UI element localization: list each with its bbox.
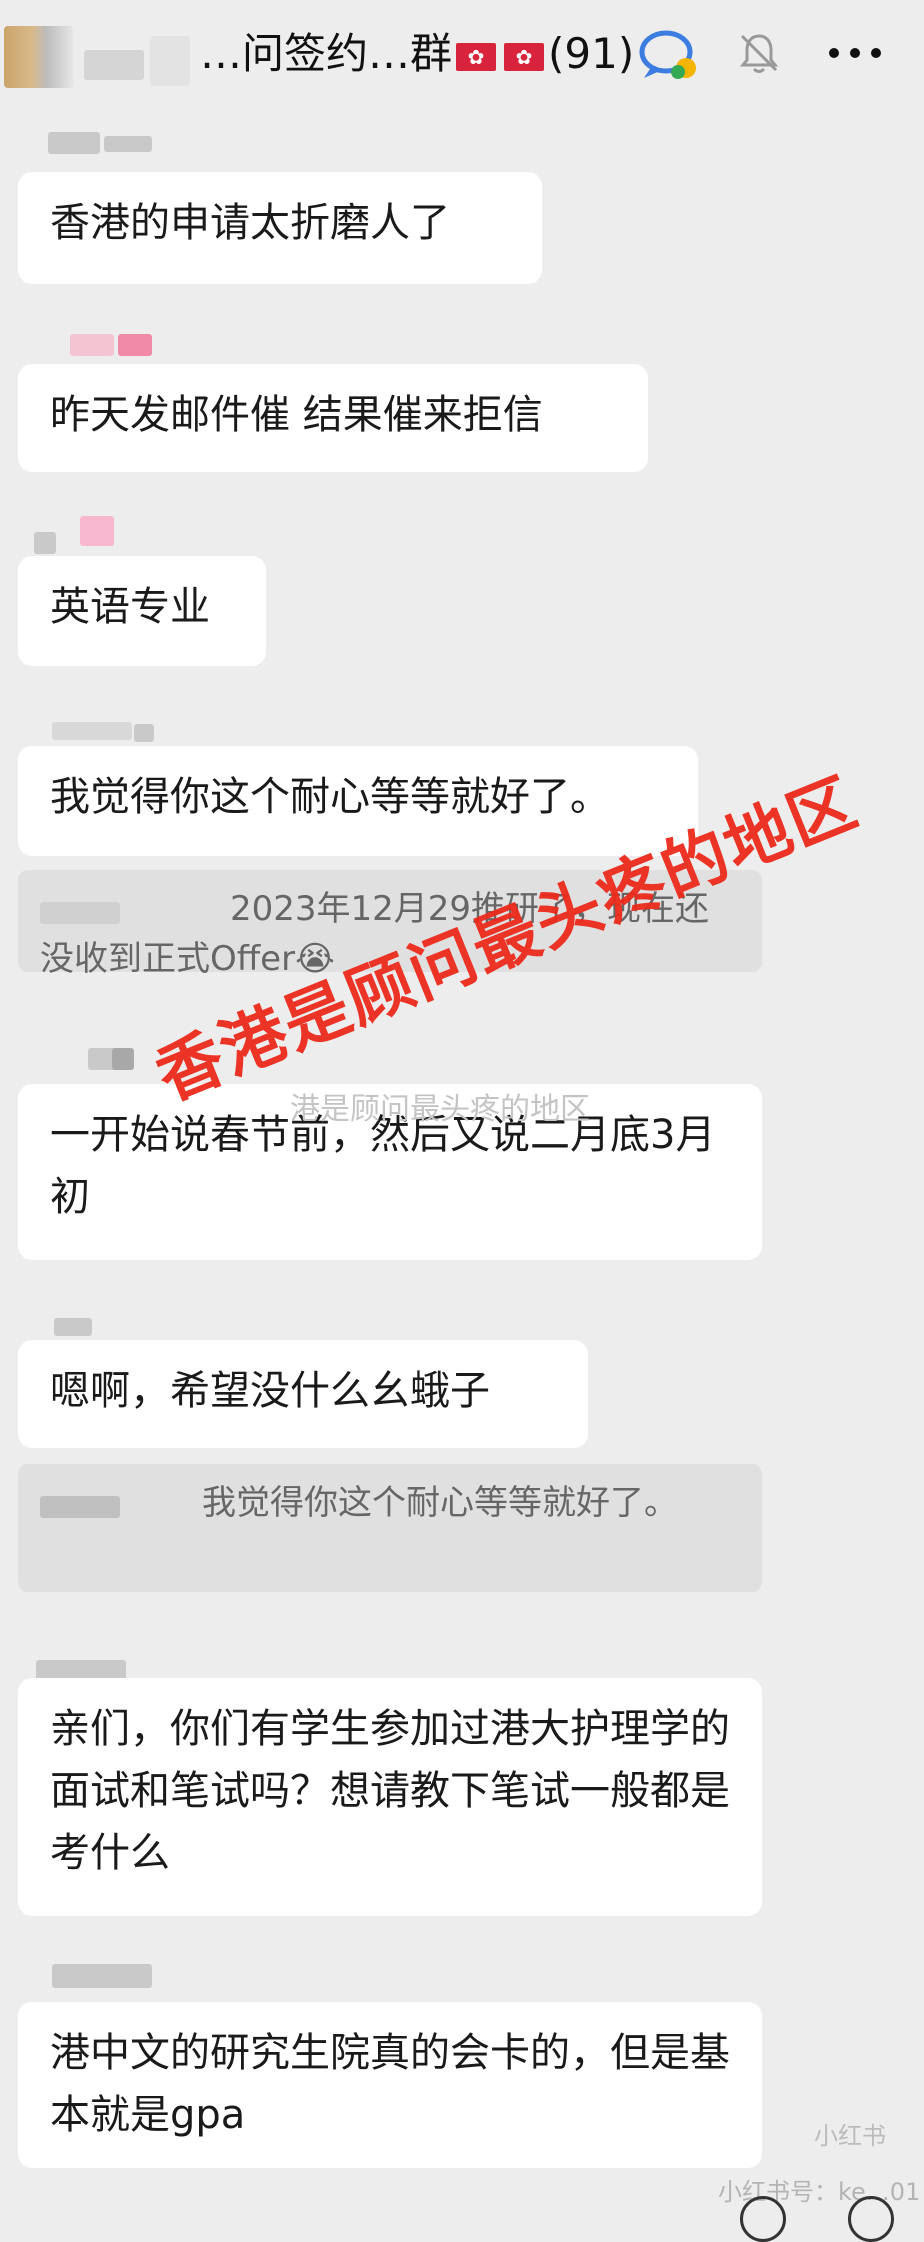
group-avatar[interactable] — [4, 26, 74, 88]
message-bubble[interactable]: 亲们，你们有学生参加过港大护理学的面试和笔试吗？想请教下笔试一般都是考什么 — [18, 1678, 762, 1916]
sender-name — [54, 1318, 92, 1336]
chat-bubble-icon[interactable] — [638, 28, 700, 80]
chat-header: …问签约…群 (91) — [0, 0, 924, 108]
message-text: 英语专业 — [50, 584, 210, 630]
message-text: 昨天发邮件催 结果催来拒信 — [50, 392, 543, 438]
message-text: 港中文的研究生院真的会卡的，但是基本就是gpa — [50, 2030, 730, 2138]
sender-name — [104, 136, 152, 152]
sender-name — [52, 1964, 152, 1988]
bell-off-icon[interactable] — [736, 30, 782, 76]
sender-name — [80, 516, 114, 546]
hk-flag-icon — [504, 42, 545, 71]
quote-sender — [40, 902, 120, 924]
faint-watermark: 港是顾问最头疼的地区 — [290, 1092, 590, 1127]
corner-watermark: 小红书 — [814, 2122, 886, 2150]
message-text: 一开始说春节前，然后又说二月底3月初 — [50, 1112, 716, 1220]
blurred-name — [84, 50, 144, 80]
chat-title-text: …问签约…群 — [200, 29, 453, 78]
message-bubble[interactable]: 港中文的研究生院真的会卡的，但是基本就是gpa — [18, 2002, 762, 2168]
message-bubble[interactable]: 昨天发邮件催 结果催来拒信 — [18, 364, 648, 472]
sender-name — [52, 722, 132, 740]
message-bubble[interactable]: 嗯啊，希望没什么幺蛾子 — [18, 1340, 588, 1448]
sender-name — [34, 532, 56, 554]
hk-flag-icon — [456, 42, 497, 71]
plus-icon[interactable] — [848, 2196, 894, 2242]
sender-name — [112, 1048, 134, 1070]
message-text: 香港的申请太折磨人了 — [50, 200, 450, 246]
message-bubble[interactable]: 香港的申请太折磨人了 — [18, 172, 542, 284]
quote-text: 我觉得你这个耐心等等就好了。 — [202, 1483, 678, 1523]
member-count: (91) — [548, 29, 635, 78]
quoted-reply[interactable]: 我觉得你这个耐心等等就好了。 — [18, 1464, 762, 1592]
message-text: 我觉得你这个耐心等等就好了。 — [50, 774, 610, 820]
message-text: 亲们，你们有学生参加过港大护理学的面试和笔试吗？想请教下笔试一般都是考什么 — [50, 1706, 730, 1876]
sender-name — [48, 132, 100, 154]
message-bubble[interactable]: 我觉得你这个耐心等等就好了。 — [18, 746, 698, 856]
chat-title[interactable]: …问签约…群 (91) — [200, 28, 634, 80]
sender-name — [118, 334, 152, 356]
more-icon[interactable] — [820, 30, 890, 76]
sender-name — [36, 1660, 126, 1680]
message-text: 嗯啊，希望没什么幺蛾子 — [50, 1368, 490, 1414]
emoji-icon[interactable] — [740, 2196, 786, 2242]
sender-name — [70, 334, 114, 356]
sender-name — [134, 724, 154, 742]
blurred-name — [150, 36, 190, 86]
message-bubble[interactable]: 英语专业 — [18, 556, 266, 666]
quote-sender — [40, 1496, 120, 1518]
